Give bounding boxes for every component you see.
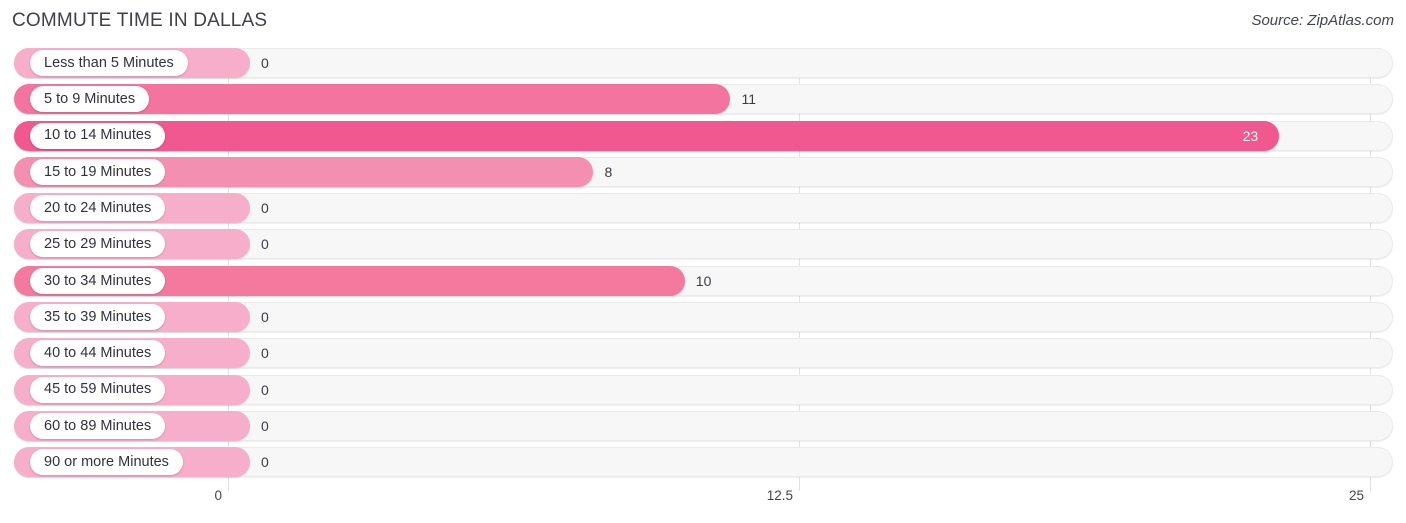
category-label: 35 to 39 Minutes — [44, 308, 152, 325]
category-label: 5 to 9 Minutes — [44, 91, 136, 108]
category-label: 90 or more Minutes — [44, 454, 169, 471]
bar-row[interactable]: Less than 5 Minutes 0 — [0, 48, 1406, 78]
bar-row[interactable]: 15 to 19 Minutes 8 — [0, 156, 1406, 187]
category-label-pill: 5 to 9 Minutes — [30, 86, 150, 113]
category-label: Less than 5 Minutes — [44, 54, 174, 71]
category-label: 20 to 24 Minutes — [44, 199, 152, 216]
value-label: 0 — [261, 236, 269, 253]
value-label: 11 — [741, 91, 757, 108]
value-label: 0 — [261, 309, 269, 326]
value-label: 0 — [261, 454, 269, 471]
category-label-pill: 30 to 34 Minutes — [30, 267, 166, 294]
value-label: 8 — [604, 163, 613, 180]
value-label: 0 — [261, 345, 269, 362]
axis-tick-label: 12.5 — [766, 488, 793, 503]
category-label-pill: 45 to 59 Minutes — [30, 376, 166, 403]
category-label-pill: 20 to 24 Minutes — [30, 195, 166, 222]
category-label: 40 to 44 Minutes — [44, 345, 152, 362]
category-label-pill: 60 to 89 Minutes — [30, 412, 166, 439]
category-label: 60 to 89 Minutes — [44, 417, 152, 434]
category-label: 30 to 34 Minutes — [44, 272, 152, 289]
category-label-pill: 35 to 39 Minutes — [30, 304, 166, 331]
category-label: 25 to 29 Minutes — [44, 236, 152, 253]
axis-tick-label: 25 — [1348, 488, 1364, 503]
bar-row[interactable]: 60 to 89 Minutes 0 — [0, 410, 1406, 441]
value-label: 0 — [261, 200, 269, 217]
category-label: 45 to 59 Minutes — [44, 381, 152, 398]
bar-row[interactable]: 30 to 34 Minutes 10 — [0, 265, 1406, 296]
value-label: 0 — [261, 55, 269, 71]
bar-row[interactable]: 25 to 29 Minutes 0 — [0, 229, 1406, 260]
axis-tick-label: 0 — [214, 488, 222, 503]
bar-row[interactable]: 5 to 9 Minutes 11 — [0, 84, 1406, 115]
bar-fill[interactable] — [14, 120, 1279, 151]
value-label: 23 — [1242, 127, 1259, 144]
page-title: COMMUTE TIME IN DALLAS — [12, 10, 268, 31]
category-label: 15 to 19 Minutes — [44, 163, 152, 180]
category-label-pill: 40 to 44 Minutes — [30, 340, 166, 367]
category-label: 10 to 14 Minutes — [44, 127, 152, 144]
bar-row[interactable]: 35 to 39 Minutes 0 — [0, 302, 1406, 333]
category-label-pill: 25 to 29 Minutes — [30, 231, 166, 258]
value-label: 0 — [261, 381, 269, 398]
bar-row[interactable]: 40 to 44 Minutes 0 — [0, 338, 1406, 369]
value-label: 10 — [695, 272, 712, 289]
bar-row[interactable]: 90 or more Minutes 0 — [0, 447, 1406, 478]
bar-rows: Less than 5 Minutes 0 5 to 9 Minutes 11 10 t… — [0, 48, 1406, 484]
category-label-pill: 15 to 19 Minutes — [30, 158, 166, 185]
category-label-pill: 10 to 14 Minutes — [30, 122, 166, 149]
value-label: 0 — [261, 417, 269, 434]
source-attribution: Source: ZipAtlas.com — [1251, 12, 1394, 29]
bar-row[interactable]: 20 to 24 Minutes 0 — [0, 193, 1406, 224]
category-label-pill: Less than 5 Minutes — [30, 50, 188, 76]
category-label-pill: 90 or more Minutes — [30, 449, 183, 476]
bar-row[interactable]: 10 to 14 Minutes 23 — [0, 120, 1406, 151]
plot-area: Less than 5 Minutes 0 5 to 9 Minutes 11 10 t… — [0, 48, 1406, 491]
bar-row[interactable]: 45 to 59 Minutes 0 — [0, 374, 1406, 405]
x-axis: 0 12.5 25 — [0, 488, 1406, 523]
chart-container: COMMUTE TIME IN DALLAS Source: ZipAtlas.… — [0, 0, 1406, 523]
